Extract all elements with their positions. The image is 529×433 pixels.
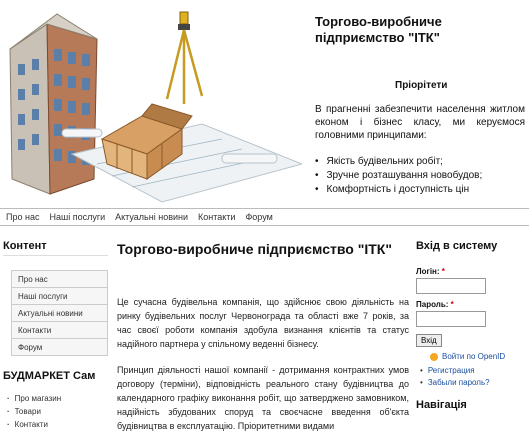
openid-link-label: Войти по OpenID bbox=[442, 352, 506, 361]
login-label: Логін: * bbox=[416, 267, 526, 276]
page-title: Торгово-виробниче підприємство "ІТК" bbox=[117, 241, 392, 257]
shop-menu: Про магазин Товари Контакти bbox=[7, 392, 108, 431]
intro-paragraph: Це сучасна будівельна компанія, що здійс… bbox=[117, 297, 409, 349]
building-image bbox=[9, 13, 98, 195]
priority-item: Комфортність і доступність цін bbox=[315, 183, 482, 197]
shop-item-products[interactable]: Товари bbox=[7, 405, 108, 418]
menu-item-forum[interactable]: Форум bbox=[12, 339, 107, 356]
header: Торгово-виробниче підприємство "ІТК" Прі… bbox=[0, 0, 529, 205]
top-nav: Про нас Наші послуги Актуальні новини Ко… bbox=[0, 208, 529, 226]
content-menu: Про нас Наші послуги Актуальні новини Ко… bbox=[11, 270, 108, 356]
nav-item-forum[interactable]: Форум bbox=[245, 212, 272, 222]
shop-block-title: БУДМАРКЕТ Сам bbox=[3, 370, 96, 382]
menu-item-contacts[interactable]: Контакти bbox=[12, 322, 107, 339]
nav-item-contacts[interactable]: Контакти bbox=[198, 212, 235, 222]
menu-item-about[interactable]: Про нас bbox=[12, 271, 107, 288]
priority-item: Зручне розташування новобудов; bbox=[315, 169, 483, 183]
menu-item-news[interactable]: Актуальні новини bbox=[12, 305, 107, 322]
password-label: Пароль: * bbox=[416, 300, 526, 309]
left-sidebar: Контент Про нас Наші послуги Актуальні н… bbox=[3, 240, 108, 431]
login-label-text: Логін: bbox=[416, 267, 440, 276]
main-content: Торгово-виробниче підприємство "ІТК" Це … bbox=[117, 240, 409, 431]
theodolite-image bbox=[165, 11, 204, 104]
login-button[interactable]: Вхід bbox=[416, 334, 442, 347]
register-link[interactable]: Регистрация bbox=[420, 365, 526, 377]
required-mark: * bbox=[441, 267, 445, 276]
required-mark: * bbox=[450, 300, 454, 309]
login-block-title: Вхід в систему bbox=[416, 240, 498, 252]
hero-illustration bbox=[9, 11, 302, 203]
nav-item-services[interactable]: Наші послуги bbox=[49, 212, 105, 222]
password-input[interactable] bbox=[416, 311, 486, 327]
nav-item-news[interactable]: Актуальні новини bbox=[115, 212, 188, 222]
nav-item-about[interactable]: Про нас bbox=[6, 212, 39, 222]
priorities-title: Пріорітети bbox=[395, 80, 448, 91]
password-label-text: Пароль: bbox=[416, 300, 449, 309]
priority-item: Якість будівельних робіт; bbox=[315, 155, 482, 169]
navigation-block-title: Навігація bbox=[416, 399, 467, 411]
forgot-password-link[interactable]: Забыли пароль? bbox=[420, 377, 526, 389]
content-block-title: Контент bbox=[3, 240, 108, 256]
openid-link[interactable]: Войти по OpenID bbox=[430, 352, 526, 361]
shop-item-contacts[interactable]: Контакти bbox=[7, 418, 108, 431]
account-links: Регистрация Забыли пароль? bbox=[420, 365, 526, 389]
menu-item-services[interactable]: Наші послуги bbox=[12, 288, 107, 305]
openid-icon bbox=[430, 352, 438, 361]
principles-paragraph: Принцип діяльності нашої компанії - дотр… bbox=[117, 365, 409, 431]
right-sidebar: Вхід в систему Логін: * Пароль: * Вхід В… bbox=[416, 240, 526, 411]
priorities-list: Якість будівельних робіт; Зручне розташу… bbox=[315, 155, 483, 197]
shop-item-about[interactable]: Про магазин bbox=[7, 392, 108, 405]
login-input[interactable] bbox=[416, 278, 486, 294]
brand-title: Торгово-виробниче підприємство "ІТК" bbox=[315, 14, 442, 45]
priorities-text: В прагненні забезпечити населення житлом… bbox=[315, 104, 525, 141]
